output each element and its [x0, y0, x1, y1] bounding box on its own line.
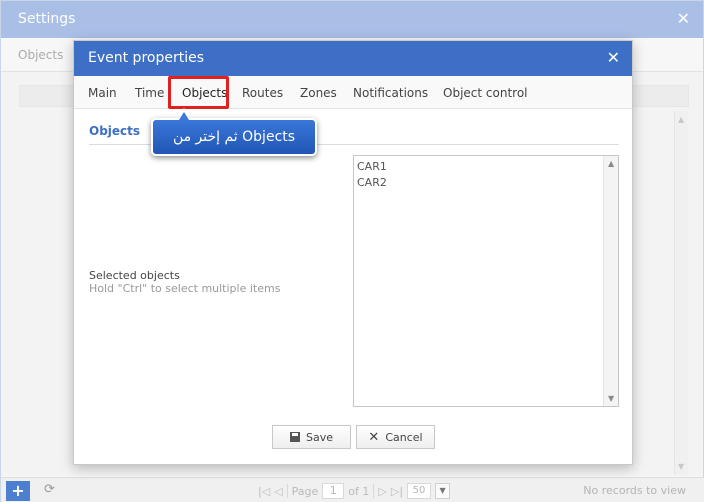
- tab-zones[interactable]: Zones: [300, 86, 337, 100]
- chevron-down-icon[interactable]: ▼: [435, 483, 451, 499]
- settings-footer: + ⟳ |◁ ◁ Page 1 of 1 ▷ ▷| 50 ▼ No record…: [1, 477, 704, 502]
- save-button-label: Save: [305, 430, 333, 444]
- no-records-label: No records to view: [583, 484, 686, 497]
- cancel-button[interactable]: ✕ Cancel: [356, 425, 435, 449]
- first-page-icon[interactable]: |◁: [258, 485, 270, 498]
- selected-objects-hint: Hold "Ctrl" to select multiple items: [89, 282, 281, 295]
- callout-text: ثم إختر من Objects: [172, 129, 296, 145]
- tab-object-control[interactable]: Object control: [443, 86, 528, 100]
- tab-objects[interactable]: Objects: [182, 86, 227, 100]
- page-size-select[interactable]: 50: [407, 483, 432, 499]
- scroll-down-icon[interactable]: ▼: [608, 394, 614, 403]
- add-button[interactable]: +: [6, 481, 30, 501]
- cancel-button-label: Cancel: [385, 430, 423, 444]
- dialog-header: Event properties ✕: [74, 41, 632, 76]
- tab-routes[interactable]: Routes: [242, 86, 283, 100]
- refresh-icon[interactable]: ⟳: [44, 482, 55, 497]
- page-label: Page: [291, 484, 319, 498]
- objects-listbox[interactable]: CAR1 CAR2 ▲ ▼: [353, 155, 619, 407]
- callout-arrow-inner: [179, 112, 189, 120]
- cancel-icon: ✕: [368, 429, 380, 445]
- settings-tab-objects[interactable]: Objects: [18, 48, 63, 62]
- settings-scrollbar[interactable]: ▲ ▼: [674, 111, 688, 475]
- settings-title: Settings: [18, 11, 76, 27]
- event-properties-dialog: Event properties ✕ Main Time Objects Rou…: [73, 40, 633, 465]
- scroll-down-icon[interactable]: ▼: [678, 462, 684, 471]
- section-title: Objects: [89, 124, 141, 138]
- save-button[interactable]: Save: [272, 425, 351, 449]
- settings-header: Settings ✕: [1, 1, 703, 38]
- page-input[interactable]: 1: [322, 483, 345, 499]
- tab-main[interactable]: Main: [88, 86, 117, 100]
- pager: |◁ ◁ Page 1 of 1 ▷ ▷| 50 ▼: [258, 483, 451, 499]
- dialog-tabs: Main Time Objects Routes Zones Notificat…: [74, 76, 632, 109]
- scroll-up-icon[interactable]: ▲: [608, 159, 614, 168]
- next-page-icon[interactable]: ▷: [378, 485, 386, 498]
- listbox-scrollbar[interactable]: ▲ ▼: [603, 156, 618, 406]
- tab-notifications[interactable]: Notifications: [353, 86, 428, 100]
- dialog-title: Event properties: [88, 50, 204, 66]
- pager-separator: [373, 484, 375, 498]
- tab-time[interactable]: Time: [135, 86, 164, 100]
- last-page-icon[interactable]: ▷|: [391, 485, 403, 498]
- prev-page-icon[interactable]: ◁: [274, 485, 282, 498]
- save-icon: [289, 432, 300, 442]
- selected-objects-label: Selected objects: [89, 269, 180, 282]
- instruction-callout: ثم إختر من Objects: [151, 118, 317, 156]
- list-item[interactable]: CAR2: [354, 175, 618, 191]
- close-icon[interactable]: ✕: [607, 48, 620, 67]
- page-of-label: of 1: [348, 484, 370, 498]
- pager-separator: [286, 484, 288, 498]
- list-item[interactable]: CAR1: [354, 159, 618, 175]
- close-icon[interactable]: ✕: [677, 9, 690, 28]
- scroll-up-icon[interactable]: ▲: [678, 115, 684, 124]
